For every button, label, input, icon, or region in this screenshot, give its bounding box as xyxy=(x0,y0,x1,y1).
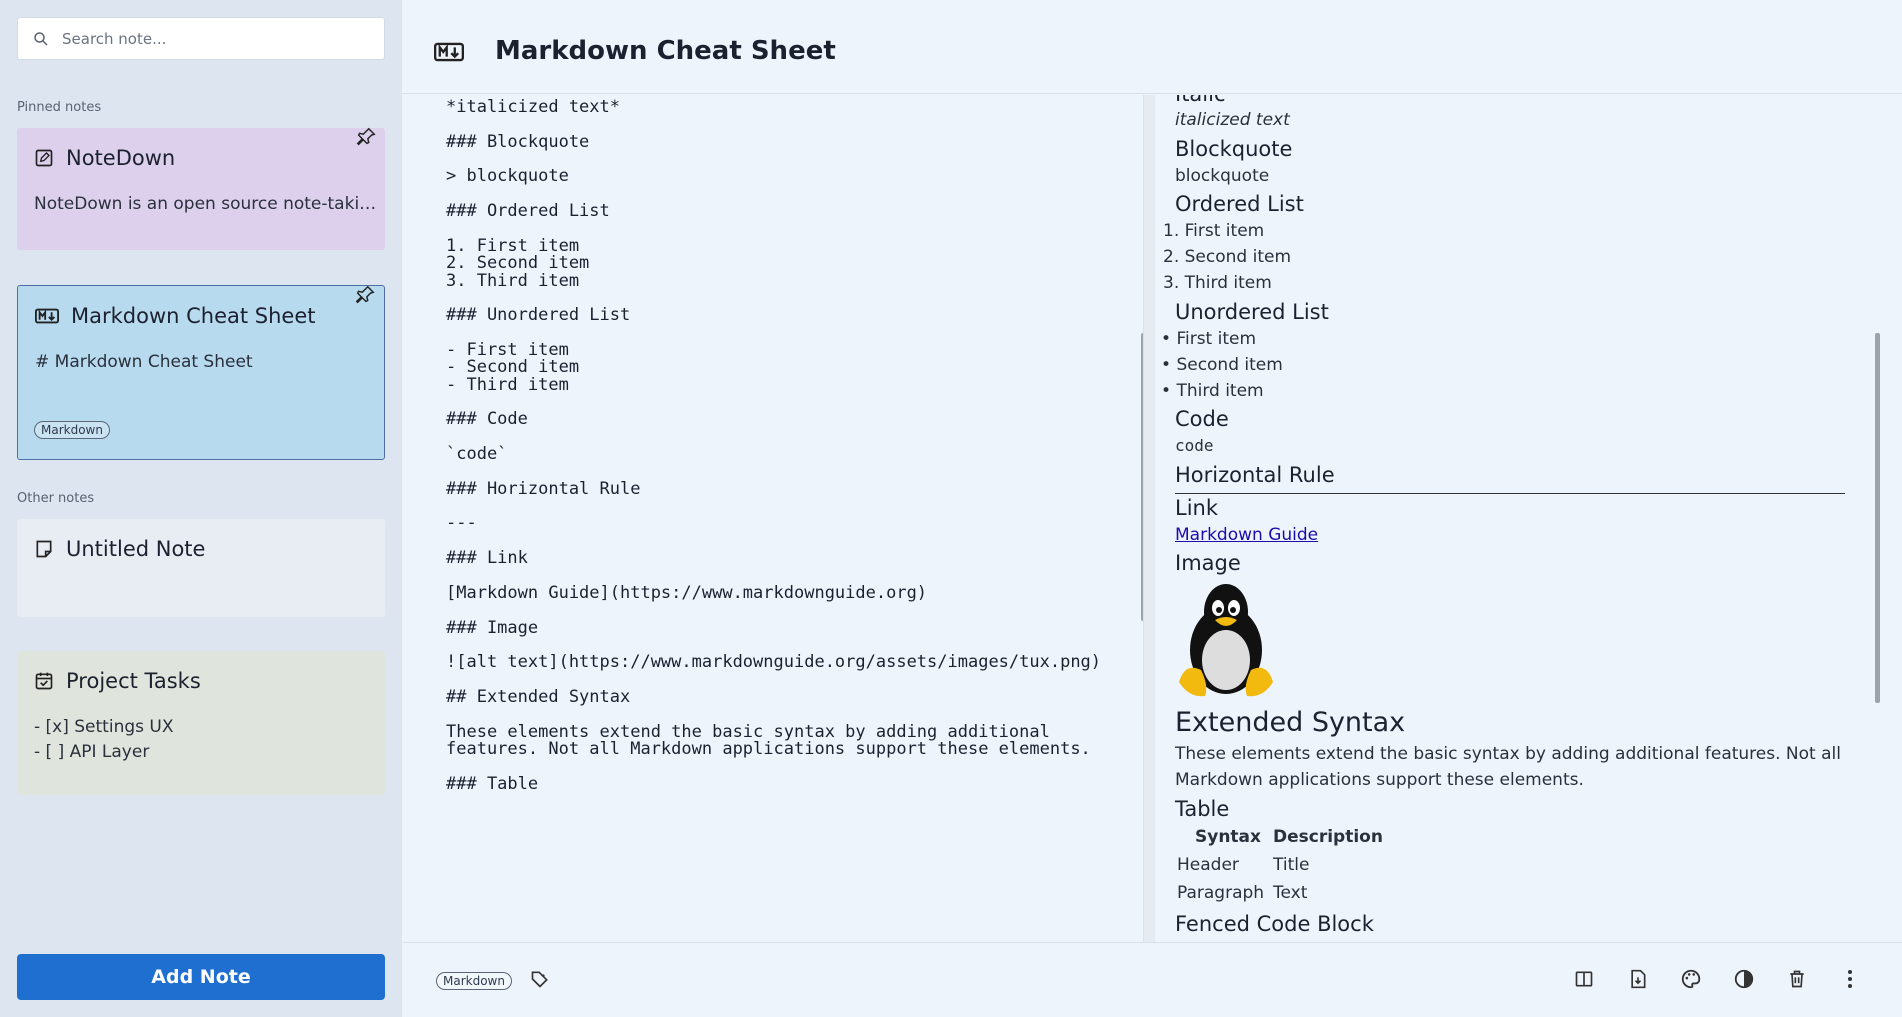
note-preview: # Markdown Cheat Sheet xyxy=(35,352,253,372)
preview-heading-unordered: Unordered List xyxy=(1175,300,1329,324)
preview-heading-code: Code xyxy=(1175,407,1229,431)
checklist-icon xyxy=(35,672,53,690)
preview-blockquote: blockquote xyxy=(1175,166,1270,186)
preview-heading-fenced: Fenced Code Block xyxy=(1175,912,1374,936)
preview-heading-hr: Horizontal Rule xyxy=(1175,463,1335,487)
search-box[interactable] xyxy=(17,17,385,60)
unordered-item: • First item xyxy=(1161,329,1257,349)
ordered-item: 1. First item xyxy=(1163,221,1265,241)
note-title: Markdown Cheat Sheet xyxy=(71,304,316,328)
preview-heading-ordered: Ordered List xyxy=(1175,192,1304,216)
note-editor-panel: Markdown Cheat Sheet *italicized text* ##… xyxy=(402,0,1902,1017)
note-card-markdown-cheat-sheet[interactable]: Markdown Cheat Sheet # Markdown Cheat Sh… xyxy=(17,285,385,460)
pinned-notes-label: Pinned notes xyxy=(17,100,102,115)
preview-scrollbar[interactable] xyxy=(1875,333,1880,703)
task-line: - [x] Settings UX xyxy=(34,717,174,737)
table-header: Description xyxy=(1273,827,1383,847)
preview-heading-blockquote: Blockquote xyxy=(1175,137,1293,161)
markdown-guide-link[interactable]: Markdown Guide xyxy=(1175,525,1318,545)
markdown-editor[interactable]: *italicized text* ### Blockquote > blockqu… xyxy=(420,95,1145,942)
editor-line[interactable]: ![alt text](https://www.markdownguide.or… xyxy=(446,652,1101,672)
editor-line[interactable]: `code` xyxy=(446,444,507,464)
preview-italic-text: italicized text xyxy=(1175,110,1290,130)
note-title: Project Tasks xyxy=(66,669,201,693)
editor-line[interactable]: features. Not all Markdown applications … xyxy=(446,739,1091,759)
note-footer: Markdown xyxy=(402,942,1902,1017)
editor-line[interactable]: *italicized text* xyxy=(446,97,620,117)
add-note-button[interactable]: Add Note xyxy=(17,954,385,1000)
preview-heading-image: Image xyxy=(1175,551,1241,575)
preview-heading-link: Link xyxy=(1175,496,1219,520)
preview-heading-extended: Extended Syntax xyxy=(1175,707,1406,738)
editor-line[interactable]: ### Table xyxy=(446,774,538,794)
editor-line[interactable]: ### Image xyxy=(446,618,538,638)
sidebar: Pinned notes NoteDown NoteDown is an ope… xyxy=(0,0,402,1017)
preview-heading-italic: Italic xyxy=(1175,95,1226,106)
markdown-preview: Italic italicized text Blockquote blockq… xyxy=(1155,95,1880,942)
tag-chip[interactable]: Markdown xyxy=(436,972,512,990)
note-header: Markdown Cheat Sheet xyxy=(402,0,1902,94)
editor-line[interactable]: - Third item xyxy=(446,375,569,395)
note-title-heading[interactable]: Markdown Cheat Sheet xyxy=(495,36,836,66)
editor-line[interactable]: ### Blockquote xyxy=(446,132,589,152)
editor-line[interactable]: ### Ordered List xyxy=(446,201,610,221)
pin-icon[interactable] xyxy=(354,282,376,308)
split-view-icon[interactable] xyxy=(1570,965,1598,993)
note-card-notedown[interactable]: NoteDown NoteDown is an open source note… xyxy=(17,127,385,250)
ordered-item: 3. Third item xyxy=(1163,273,1272,293)
note-title: Untitled Note xyxy=(66,537,206,561)
note-card-untitled[interactable]: Untitled Note xyxy=(17,519,385,617)
editor-line[interactable]: --- xyxy=(446,513,477,533)
preview-heading-table: Table xyxy=(1175,797,1230,821)
other-notes-label: Other notes xyxy=(17,491,95,506)
markdown-icon xyxy=(35,308,59,324)
note-card-project-tasks[interactable]: Project Tasks - [x] Settings UX - [ ] AP… xyxy=(17,651,385,795)
editor-line[interactable]: [Markdown Guide](https://www.markdowngui… xyxy=(446,583,927,603)
horizontal-rule xyxy=(1175,493,1845,494)
delete-icon[interactable] xyxy=(1783,965,1811,993)
search-icon xyxy=(34,31,48,46)
unordered-item: • Third item xyxy=(1161,381,1264,401)
palette-icon[interactable] xyxy=(1677,965,1705,993)
table-header: Syntax xyxy=(1195,827,1261,847)
editor-line[interactable]: ### Link xyxy=(446,548,528,568)
table-cell: Header xyxy=(1177,855,1239,875)
note-preview: NoteDown is an open source note-taking a… xyxy=(34,194,384,214)
preview-extended-text: Markdown applications support these elem… xyxy=(1175,770,1584,790)
export-file-icon[interactable] xyxy=(1624,965,1652,993)
edit-note-icon xyxy=(35,149,53,167)
tux-penguin-image xyxy=(1179,584,1273,697)
markdown-icon xyxy=(434,42,464,62)
editor-line[interactable]: ### Horizontal Rule xyxy=(446,479,640,499)
note-title: NoteDown xyxy=(66,146,176,170)
ordered-item: 2. Second item xyxy=(1163,247,1291,267)
editor-line[interactable]: > blockquote xyxy=(446,166,569,186)
tag-chip[interactable]: Markdown xyxy=(34,421,110,439)
unordered-item: • Second item xyxy=(1161,355,1283,375)
table-cell: Text xyxy=(1273,883,1308,903)
table-cell: Paragraph xyxy=(1177,883,1265,903)
pin-icon[interactable] xyxy=(355,124,377,150)
editor-line[interactable]: 3. Third item xyxy=(446,271,579,291)
editor-line[interactable]: ## Extended Syntax xyxy=(446,687,630,707)
table-cell: Title xyxy=(1273,855,1310,875)
preview-code: code xyxy=(1175,436,1214,455)
tag-icon[interactable] xyxy=(526,965,554,993)
task-line: - [ ] API Layer xyxy=(34,742,150,762)
search-input[interactable] xyxy=(62,29,362,48)
contrast-icon[interactable] xyxy=(1730,965,1758,993)
more-vert-icon[interactable] xyxy=(1836,965,1864,993)
editor-line[interactable]: ### Unordered List xyxy=(446,305,630,325)
split-divider[interactable] xyxy=(1143,95,1155,942)
note-icon xyxy=(36,540,52,558)
editor-line[interactable]: ### Code xyxy=(446,409,528,429)
preview-extended-text: These elements extend the basic syntax b… xyxy=(1175,744,1841,764)
